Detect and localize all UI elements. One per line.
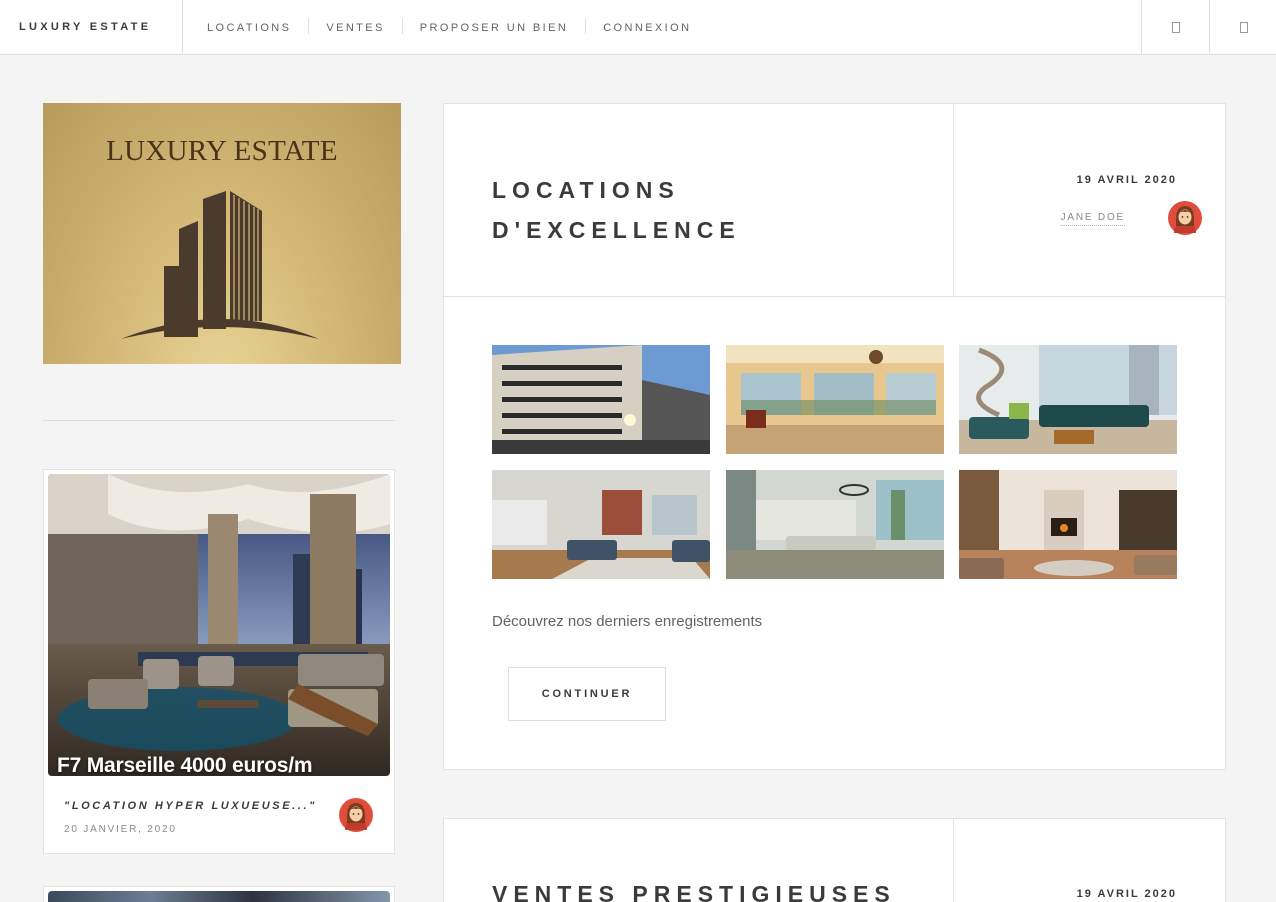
- post-title[interactable]: LOCATIONS D'EXCELLENCE: [492, 170, 892, 250]
- site-logo[interactable]: LUXURY ESTATE: [43, 103, 401, 364]
- featured-listing-card[interactable]: F7 Marseille 4000 euros/m "LOCATION HYPE…: [43, 469, 395, 854]
- fireplace-lounge-image: [959, 470, 1177, 579]
- post-ventes: VENTES PRESTIGIEUSES 19 AVRIL 2020: [443, 818, 1226, 902]
- post-date: 19 AVRIL 2020: [1076, 174, 1177, 186]
- featured-listing-quote: "LOCATION HYPER LUXUEUSE...": [64, 800, 317, 812]
- post-author[interactable]: JANE DOE: [1060, 212, 1125, 226]
- gallery-image-brick-loft-kitchen[interactable]: [492, 470, 710, 579]
- nav-item-connexion[interactable]: CONNEXION: [585, 18, 708, 34]
- nav-item-locations[interactable]: LOCATIONS: [190, 18, 308, 34]
- sunny-living-room-image: [726, 345, 944, 454]
- luxury-lounge-image: [48, 474, 390, 776]
- post-locations: LOCATIONS D'EXCELLENCE 19 AVRIL 2020 JAN…: [443, 103, 1226, 770]
- loft-with-staircase-image: [959, 345, 1177, 454]
- main-nav: LOCATIONS VENTES PROPOSER UN BIEN CONNEX…: [190, 18, 708, 34]
- nav-item-proposer-un-bien[interactable]: PROPOSER UN BIEN: [401, 18, 585, 34]
- author-avatar[interactable]: [339, 798, 373, 832]
- featured-listing-date: 20 JANVIER, 2020: [64, 824, 177, 835]
- building-exterior-image: [492, 345, 710, 454]
- open-plan-lounge-image: [726, 470, 944, 579]
- gallery-image-open-plan-lounge[interactable]: [726, 470, 944, 579]
- gallery-image-building-exterior[interactable]: [492, 345, 710, 454]
- second-listing-card[interactable]: [43, 886, 395, 902]
- brand-name[interactable]: LUXURY ESTATE: [19, 21, 151, 33]
- sidebar-divider: [43, 420, 395, 421]
- post-header: LOCATIONS D'EXCELLENCE 19 AVRIL 2020 JAN…: [444, 104, 1225, 297]
- nav-item-ventes[interactable]: VENTES: [308, 18, 401, 34]
- menu-button[interactable]: [1209, 0, 1276, 54]
- post-meta: 19 AVRIL 2020: [953, 819, 1225, 902]
- gallery-image-sunny-living-room[interactable]: [726, 345, 944, 454]
- post-date: 19 AVRIL 2020: [1076, 888, 1177, 900]
- site-brand[interactable]: LUXURY ESTATE: [0, 0, 183, 54]
- featured-listing-photo[interactable]: F7 Marseille 4000 euros/m: [48, 474, 390, 776]
- menu-icon: [1239, 21, 1248, 33]
- building-logo-icon: [121, 191, 319, 339]
- top-header: LUXURY ESTATE LOCATIONS VENTES PROPOSER …: [0, 0, 1276, 55]
- featured-listing-caption: F7 Marseille 4000 euros/m: [57, 754, 313, 776]
- second-listing-photo: [48, 891, 390, 902]
- search-icon: [1171, 21, 1180, 33]
- gallery-image-loft-with-staircase[interactable]: [959, 345, 1177, 454]
- post-description: Découvrez nos derniers enregistrements: [492, 613, 763, 630]
- brick-loft-kitchen-image: [492, 470, 710, 579]
- author-avatar[interactable]: [1168, 201, 1202, 235]
- gallery-image-fireplace-lounge[interactable]: [959, 470, 1177, 579]
- post-meta: 19 AVRIL 2020 JANE DOE: [953, 104, 1225, 297]
- search-button[interactable]: [1141, 0, 1209, 54]
- post-title[interactable]: VENTES PRESTIGIEUSES: [492, 881, 896, 902]
- continue-button[interactable]: CONTINUER: [508, 667, 666, 721]
